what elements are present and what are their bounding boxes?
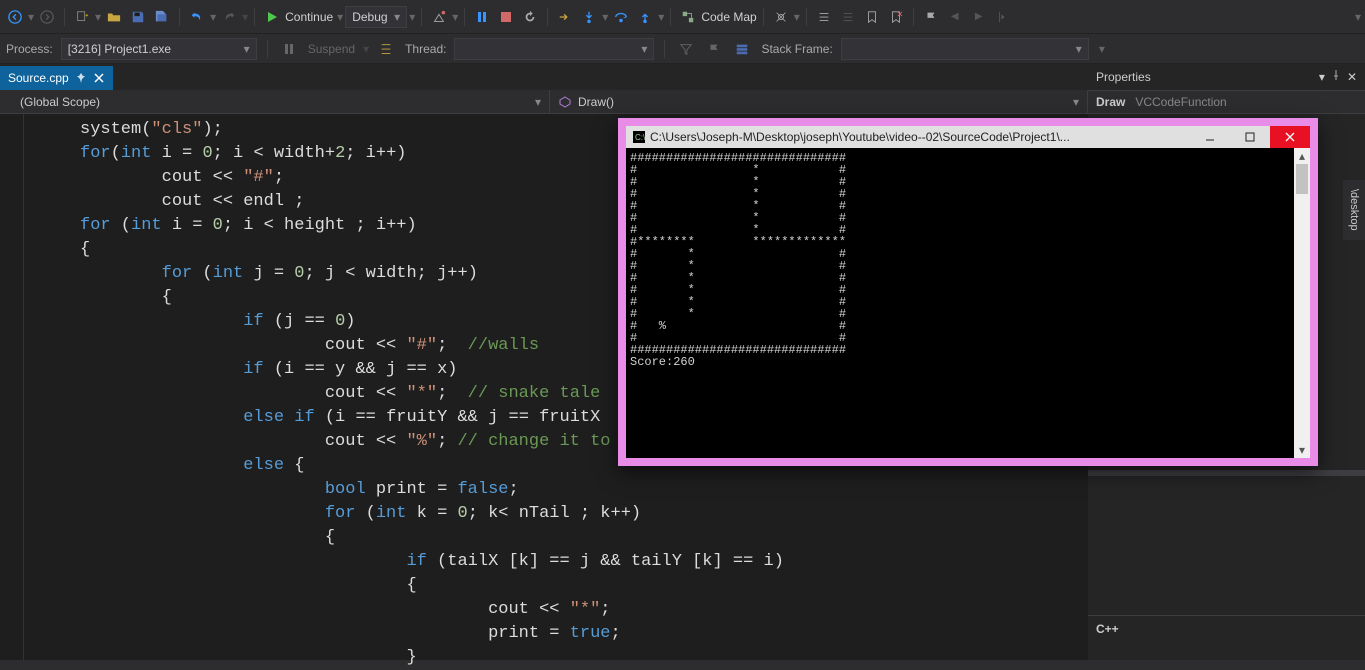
- config-dropdown[interactable]: Debug ▾: [345, 6, 407, 28]
- restart-button[interactable]: [519, 6, 541, 28]
- step-into-button[interactable]: [578, 6, 600, 28]
- navigation-bar: (Global Scope) ▾ Draw() ▾: [0, 90, 1088, 114]
- thread-label: Thread:: [403, 42, 448, 56]
- close-icon[interactable]: [93, 72, 105, 84]
- pin-icon[interactable]: [75, 72, 87, 84]
- stackframe-label: Stack Frame:: [759, 42, 834, 56]
- props-close-icon[interactable]: ✕: [1347, 70, 1357, 84]
- nav-forward-button[interactable]: [36, 6, 58, 28]
- scroll-up-icon[interactable]: ▴: [1294, 148, 1310, 164]
- function-dropdown[interactable]: Draw() ▾: [550, 90, 1088, 113]
- stackframe-dropdown[interactable]: ▾: [841, 38, 1089, 60]
- save-all-button[interactable]: [151, 6, 173, 28]
- uncomment-button[interactable]: [837, 6, 859, 28]
- nav-split: ▾: [28, 10, 34, 24]
- suspend-label: Suspend: [306, 42, 357, 56]
- open-button[interactable]: [103, 6, 125, 28]
- console-titlebar[interactable]: C:\ C:\Users\Joseph-M\Desktop\joseph\You…: [626, 126, 1310, 148]
- show-next-statement-button[interactable]: [554, 6, 576, 28]
- comment-out-button[interactable]: [813, 6, 835, 28]
- process-label: Process:: [4, 42, 55, 56]
- step-over-button[interactable]: [610, 6, 632, 28]
- flag-out-button[interactable]: [992, 6, 1014, 28]
- stop-button[interactable]: [495, 6, 517, 28]
- console-window: C:\ C:\Users\Joseph-M\Desktop\joseph\You…: [618, 118, 1318, 466]
- thread-icon[interactable]: [375, 38, 397, 60]
- flag-filter-button[interactable]: [703, 38, 725, 60]
- codemap-icon[interactable]: [677, 6, 699, 28]
- properties-splitter[interactable]: [1088, 470, 1365, 476]
- tool-misc-1[interactable]: [770, 6, 792, 28]
- console-close-button[interactable]: [1270, 126, 1310, 148]
- console-output: ############################## # * # # *…: [626, 148, 1310, 458]
- console-maximize-button[interactable]: [1230, 126, 1270, 148]
- main-toolbar: ▾ ▾ ▾ ▾ Continue ▾ Debug ▾ ▾ ▾: [0, 0, 1365, 34]
- props-pin-icon[interactable]: [1331, 70, 1341, 84]
- console-app-icon: C:\: [632, 130, 646, 144]
- process-dropdown[interactable]: [3216] Project1.exe▾: [61, 38, 257, 60]
- collapsed-panel-tab[interactable]: \desktop: [1343, 180, 1365, 240]
- console-scrollbar[interactable]: ▴ ▾: [1294, 148, 1310, 458]
- diagnostics-button[interactable]: [428, 6, 450, 28]
- suspend-icon[interactable]: [278, 38, 300, 60]
- flag-button[interactable]: [920, 6, 942, 28]
- console-minimize-button[interactable]: [1190, 126, 1230, 148]
- undo-button[interactable]: [186, 6, 208, 28]
- debug-toolbar: Process: [3216] Project1.exe▾ Suspend ▾ …: [0, 34, 1365, 64]
- flag-prev-button[interactable]: ◀: [944, 6, 966, 28]
- bookmark-toggle-button[interactable]: [861, 6, 883, 28]
- tab-source-cpp[interactable]: Source.cpp: [0, 66, 113, 90]
- breakpoint-gutter[interactable]: [0, 114, 24, 660]
- nav-back-button[interactable]: [4, 6, 26, 28]
- step-out-button[interactable]: [634, 6, 656, 28]
- new-item-button[interactable]: [71, 6, 93, 28]
- break-all-button[interactable]: [471, 6, 493, 28]
- properties-footer: C++: [1088, 615, 1365, 660]
- thread-dropdown[interactable]: ▾: [454, 38, 654, 60]
- continue-button[interactable]: [261, 6, 283, 28]
- props-dropdown-icon[interactable]: ▾: [1319, 70, 1325, 84]
- method-icon: [558, 95, 572, 109]
- stackframe-icon[interactable]: [731, 38, 753, 60]
- properties-header: Properties ▾ ✕: [1088, 64, 1365, 90]
- codemap-label: Code Map: [701, 10, 756, 24]
- scroll-thumb[interactable]: [1296, 164, 1308, 194]
- redo-button[interactable]: [218, 6, 240, 28]
- console-title: C:\Users\Joseph-M\Desktop\joseph\Youtube…: [650, 130, 1190, 144]
- continue-label: Continue: [285, 10, 333, 24]
- flag-next-button[interactable]: ▶: [968, 6, 990, 28]
- svg-text:C:\: C:\: [635, 133, 645, 142]
- filter-button[interactable]: [675, 38, 697, 60]
- scope-dropdown[interactable]: (Global Scope) ▾: [0, 90, 550, 113]
- save-button[interactable]: [127, 6, 149, 28]
- properties-object-row: Draw VCCodeFunction: [1088, 90, 1365, 114]
- bookmark-x-button[interactable]: [885, 6, 907, 28]
- outline-gutter: [24, 114, 44, 660]
- scroll-down-icon[interactable]: ▾: [1294, 442, 1310, 458]
